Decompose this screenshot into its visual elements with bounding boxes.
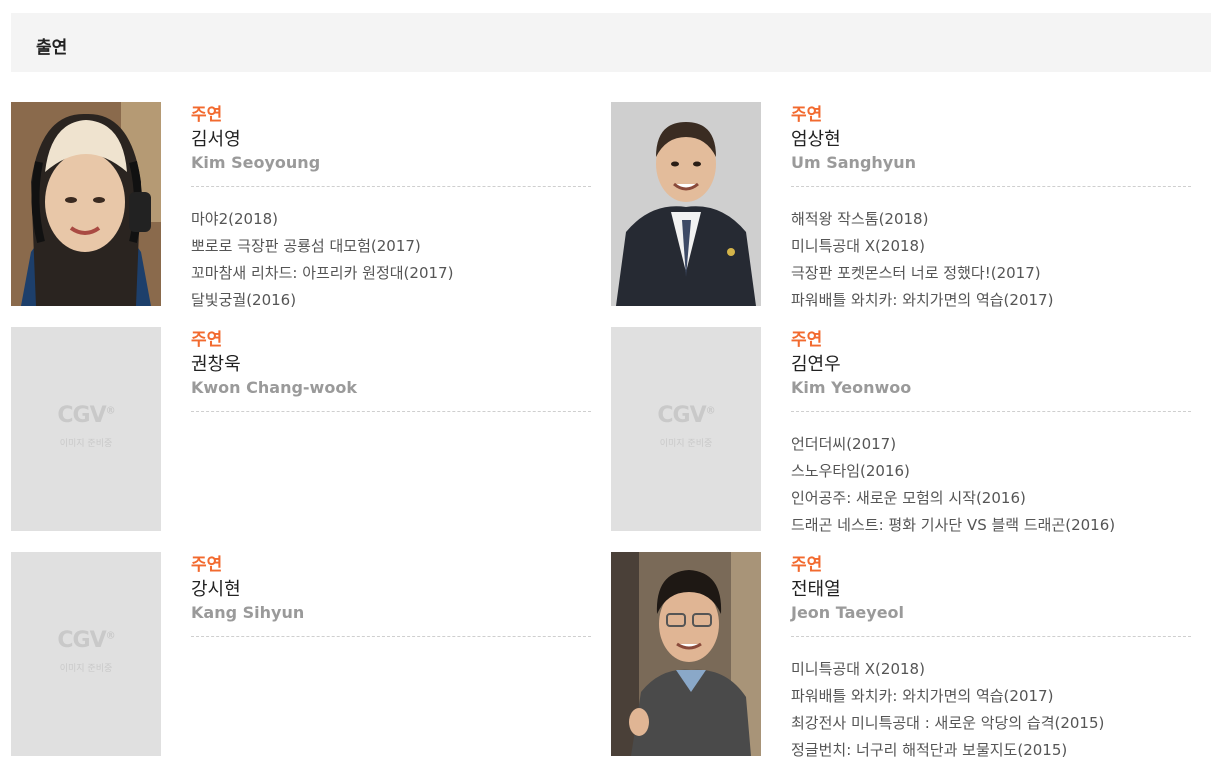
actor-name-english[interactable]: Kwon Chang-wook [191,377,591,399]
film-item[interactable]: 미니특공대 X(2018) [791,656,1191,683]
actor-name-korean[interactable]: 김서영 [191,128,591,152]
filmography-list: 마야2(2018) 뽀로로 극장판 공룡섬 대모험(2017) 꼬마참새 리차드… [191,206,591,314]
cast-photo-placeholder[interactable]: CGV® 이미지 준비중 [611,327,761,531]
role-label: 주연 [791,105,823,125]
divider [191,636,591,637]
actor-name-english[interactable]: Kim Seoyoung [191,152,591,174]
image-pending-text: 이미지 준비중 [659,439,713,449]
cast-info: 주연 김서영 Kim Seoyoung 마야2(2018) 뽀로로 극장판 공룡… [191,102,591,314]
role-label: 주연 [791,330,823,350]
actor-name-english[interactable]: Jeon Taeyeol [791,602,1191,624]
cast-card[interactable]: 주연 엄상현 Um Sanghyun 해적왕 작스톰(2018) 미니특공대 X… [611,102,1196,312]
film-item[interactable]: 극장판 포켓몬스터 너로 정했다!(2017) [791,260,1191,287]
actor-name-korean[interactable]: 엄상현 [791,128,1191,152]
cgv-logo-icon: CGV® [57,403,115,428]
cast-card[interactable]: CGV® 이미지 준비중 주연 김연우 Kim Yeonwoo 언더더씨(201… [611,327,1196,537]
role-label: 주연 [191,105,223,125]
actor-name-english[interactable]: Kang Sihyun [191,602,591,624]
film-item[interactable]: 미니특공대 X(2018) [791,233,1191,260]
film-item[interactable]: 파워배틀 와치카: 와치가면의 역습(2017) [791,287,1191,314]
film-item[interactable]: 최강전사 미니특공대 : 새로운 악당의 습격(2015) [791,710,1191,737]
film-item[interactable]: 인어공주: 새로운 모험의 시작(2016) [791,485,1191,512]
cast-info: 주연 김연우 Kim Yeonwoo 언더더씨(2017) 스노우타임(2016… [791,327,1191,539]
actor-name-korean[interactable]: 강시현 [191,578,591,602]
cast-info: 주연 권창욱 Kwon Chang-wook [191,327,591,412]
film-item[interactable]: 달빛궁궐(2016) [191,287,591,314]
cast-card[interactable]: CGV® 이미지 준비중 주연 강시현 Kang Sihyun [11,552,596,762]
divider [791,411,1191,412]
actor-name-korean[interactable]: 권창욱 [191,353,591,377]
cast-info: 주연 전태열 Jeon Taeyeol 미니특공대 X(2018) 파워배틀 와… [791,552,1191,764]
divider [791,636,1191,637]
cast-photo[interactable] [611,102,761,306]
cast-photo[interactable] [11,102,161,306]
role-label: 주연 [791,555,823,575]
film-item[interactable]: 해적왕 작스톰(2018) [791,206,1191,233]
image-pending-text: 이미지 준비중 [59,439,113,449]
cast-info: 주연 엄상현 Um Sanghyun 해적왕 작스톰(2018) 미니특공대 X… [791,102,1191,314]
cast-card[interactable]: CGV® 이미지 준비중 주연 권창욱 Kwon Chang-wook [11,327,596,537]
cast-info: 주연 강시현 Kang Sihyun [191,552,591,637]
image-pending-text: 이미지 준비중 [59,664,113,674]
film-item[interactable]: 파워배틀 와치카: 와치가면의 역습(2017) [791,683,1191,710]
cast-photo-placeholder[interactable]: CGV® 이미지 준비중 [11,552,161,756]
film-item[interactable]: 뽀로로 극장판 공룡섬 대모험(2017) [191,233,591,260]
divider [791,186,1191,187]
divider [191,411,591,412]
section-header: 출연 [11,13,1211,72]
film-item[interactable]: 정글번치: 너구리 해적단과 보물지도(2015) [791,737,1191,764]
actor-name-korean[interactable]: 전태열 [791,578,1191,602]
actor-name-english[interactable]: Kim Yeonwoo [791,377,1191,399]
role-label: 주연 [191,330,223,350]
cgv-logo-icon: CGV® [57,628,115,653]
divider [191,186,591,187]
cgv-logo-icon: CGV® [657,403,715,428]
film-item[interactable]: 마야2(2018) [191,206,591,233]
filmography-list: 언더더씨(2017) 스노우타임(2016) 인어공주: 새로운 모험의 시작(… [791,431,1191,539]
filmography-list: 미니특공대 X(2018) 파워배틀 와치카: 와치가면의 역습(2017) 최… [791,656,1191,764]
actor-name-korean[interactable]: 김연우 [791,353,1191,377]
film-item[interactable]: 스노우타임(2016) [791,458,1191,485]
cast-card[interactable]: 주연 김서영 Kim Seoyoung 마야2(2018) 뽀로로 극장판 공룡… [11,102,596,312]
film-item[interactable]: 언더더씨(2017) [791,431,1191,458]
film-item[interactable]: 꼬마참새 리차드: 아프리카 원정대(2017) [191,260,591,287]
cast-photo[interactable] [611,552,761,756]
cast-photo-placeholder[interactable]: CGV® 이미지 준비중 [11,327,161,531]
actor-name-english[interactable]: Um Sanghyun [791,152,1191,174]
filmography-list: 해적왕 작스톰(2018) 미니특공대 X(2018) 극장판 포켓몬스터 너로… [791,206,1191,314]
section-title: 출연 [36,38,68,58]
film-item[interactable]: 드래곤 네스트: 평화 기사단 VS 블랙 드래곤(2016) [791,512,1191,539]
role-label: 주연 [191,555,223,575]
cast-card[interactable]: 주연 전태열 Jeon Taeyeol 미니특공대 X(2018) 파워배틀 와… [611,552,1196,762]
